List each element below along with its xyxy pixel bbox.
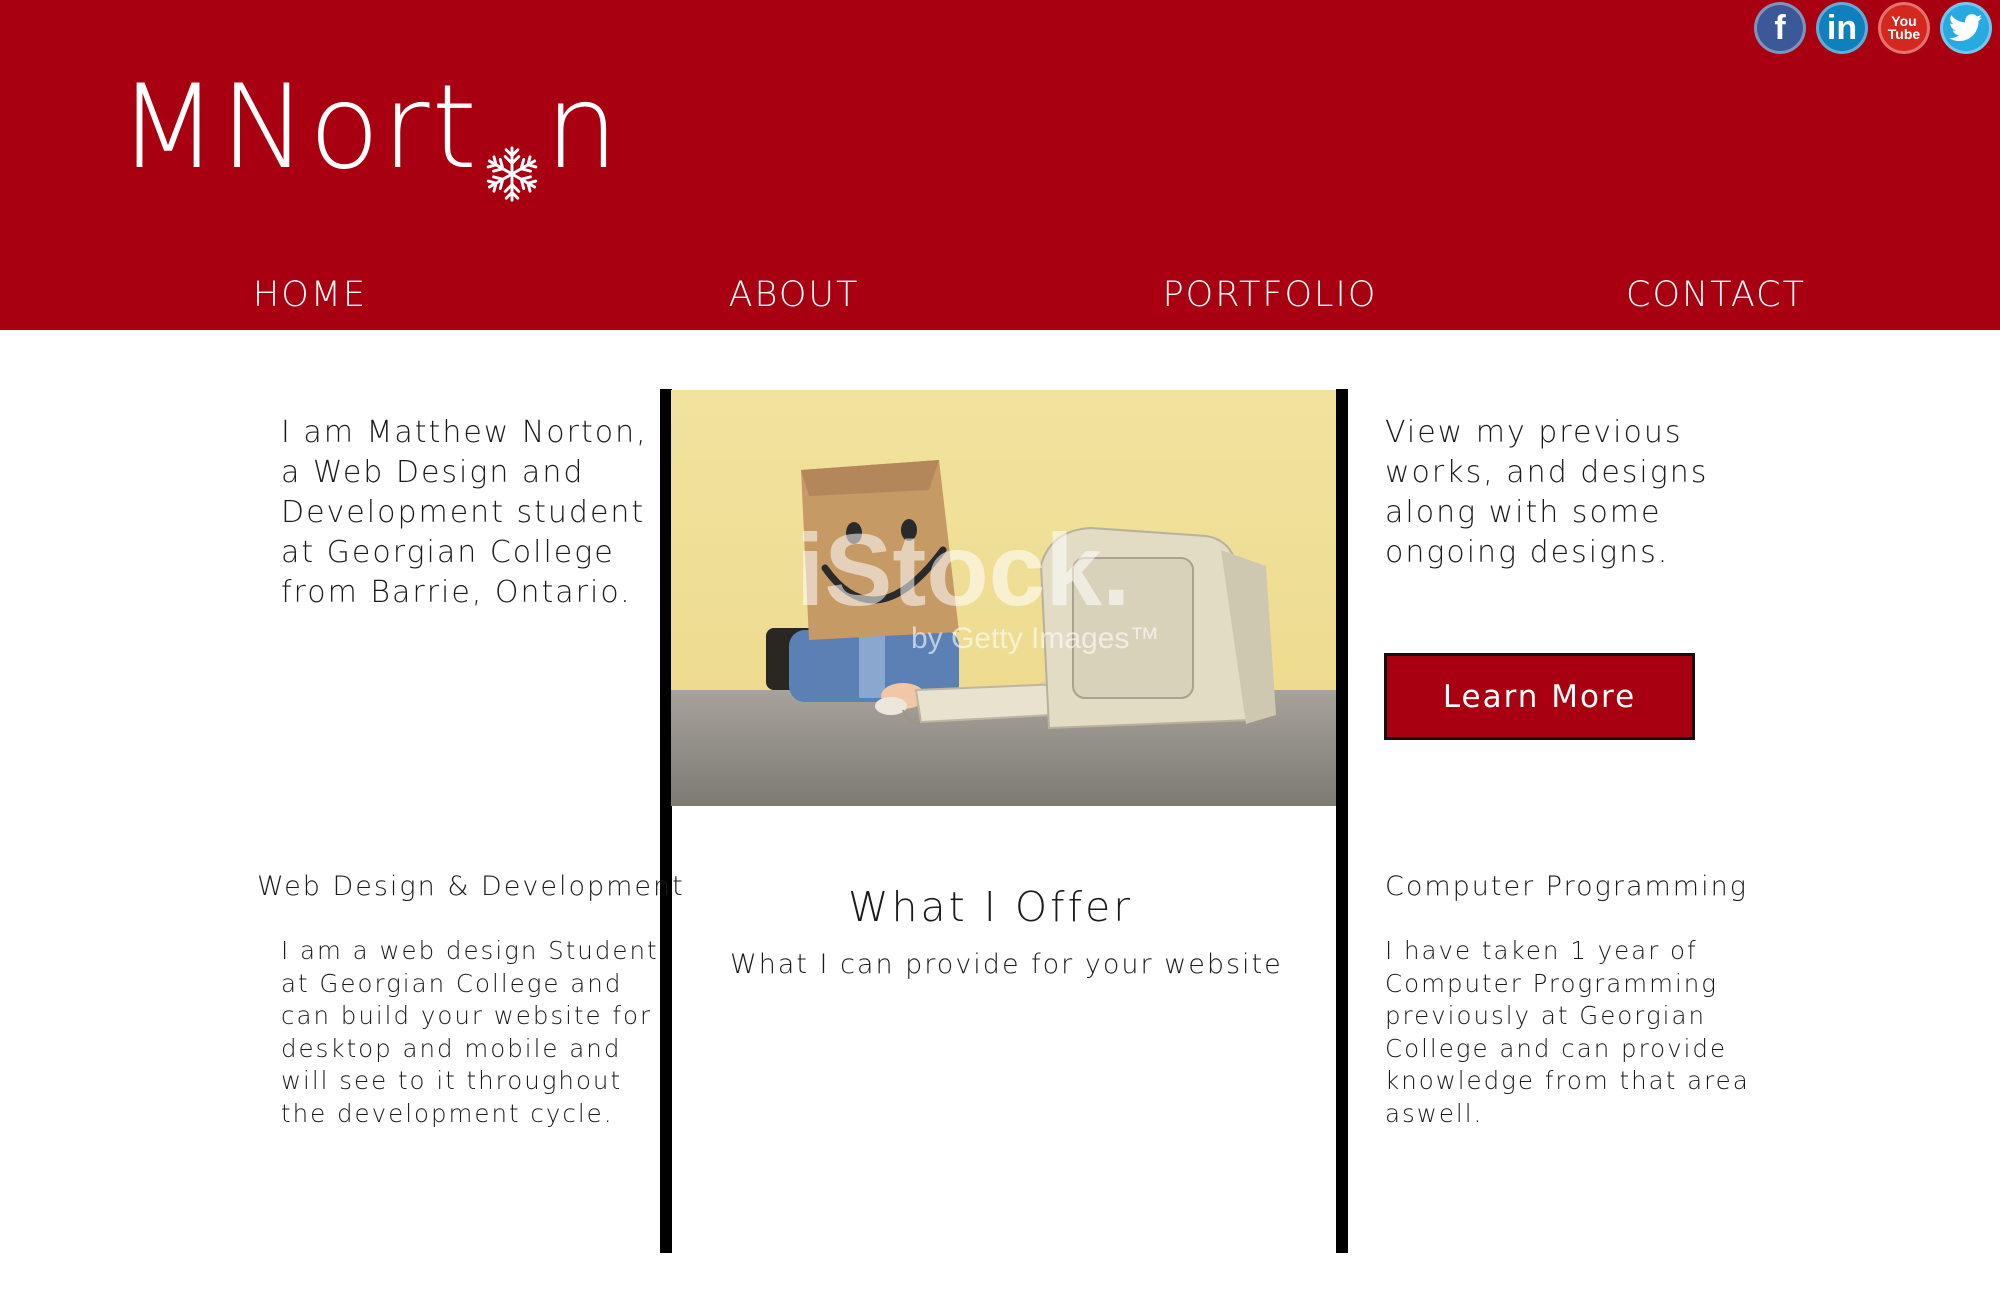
- hero-illustration: iStock. by Getty Images™: [671, 390, 1336, 806]
- watermark-sub: by Getty Images™: [911, 622, 1159, 655]
- main-nav: HOME ABOUT PORTFOLIO CONTACT: [0, 275, 2000, 315]
- youtube-glyph-bottom: Tube: [1887, 26, 1921, 42]
- linkedin-glyph: in: [1826, 8, 1858, 47]
- hero-photo: iStock. by Getty Images™: [671, 390, 1336, 806]
- nav-home[interactable]: HOME: [253, 275, 367, 315]
- site-header: MNort n f in You Tube HOME ABOUT PORTFOLIO…: [0, 0, 2000, 330]
- logo-text-start: MNort: [118, 60, 480, 195]
- facebook-glyph: f: [1774, 8, 1786, 47]
- twitter-icon[interactable]: [1940, 2, 1992, 54]
- nav-about[interactable]: ABOUT: [729, 275, 860, 315]
- linkedin-icon[interactable]: in: [1816, 2, 1868, 54]
- logo-text-end: n: [545, 60, 621, 195]
- snowflake-icon: [483, 106, 541, 202]
- social-links: f in You Tube: [1754, 2, 1992, 54]
- portfolio-teaser-text: View my previous works, and designs alon…: [1385, 415, 1709, 570]
- intro-text: I am Matthew Norton, a Web Design and De…: [281, 415, 648, 610]
- nav-portfolio[interactable]: PORTFOLIO: [1163, 275, 1378, 315]
- programming-description: I have taken 1 year of Computer Programm…: [1385, 936, 1750, 1128]
- facebook-icon[interactable]: f: [1754, 2, 1806, 54]
- programming-heading: Computer Programming: [1385, 871, 1748, 902]
- site-logo[interactable]: MNort n: [118, 70, 621, 202]
- right-divider: [1336, 389, 1348, 1253]
- offer-subtitle: What I can provide for your website: [730, 949, 1283, 980]
- watermark-main: iStock.: [796, 513, 1130, 627]
- web-design-description: I am a web design Student at Georgian Co…: [281, 936, 659, 1128]
- learn-more-button[interactable]: Learn More: [1384, 653, 1695, 740]
- twitter-bird-icon: [1949, 14, 1983, 42]
- nav-contact[interactable]: CONTACT: [1626, 275, 1806, 315]
- youtube-icon[interactable]: You Tube: [1878, 2, 1930, 54]
- offer-title: What I Offer: [848, 883, 1134, 931]
- web-design-heading: Web Design & Development: [257, 871, 685, 902]
